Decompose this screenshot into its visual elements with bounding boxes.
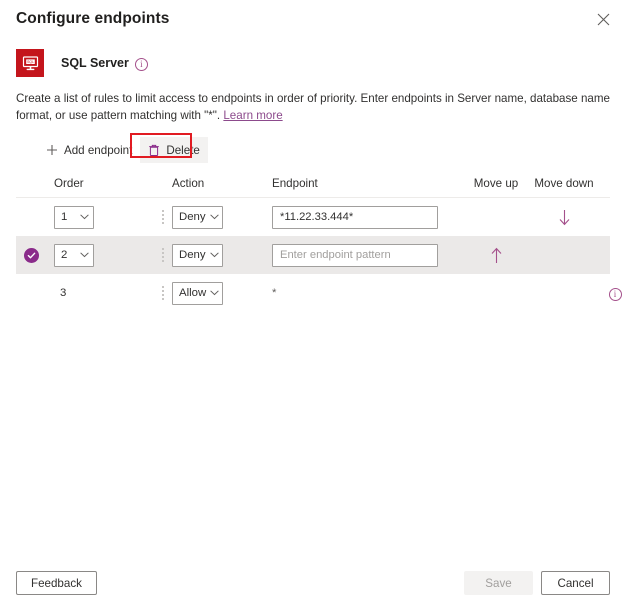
move-down-icon[interactable]	[558, 209, 571, 226]
drag-dots-icon[interactable]	[162, 248, 164, 262]
trash-icon	[148, 144, 160, 157]
order-value: 1	[61, 211, 68, 223]
order-value: 2	[61, 249, 68, 261]
table-row[interactable]: 3 Allow * i	[16, 274, 622, 312]
panel-header: Configure endpoints	[0, 0, 626, 38]
action-select[interactable]: Deny	[172, 243, 223, 267]
service-header: SQL SQL Server i	[16, 47, 610, 79]
row-select-cell[interactable]	[16, 247, 54, 263]
endpoint-input[interactable]	[272, 243, 438, 267]
table-row[interactable]: 1 Deny	[16, 198, 610, 236]
add-endpoint-button[interactable]: Add endpoint	[38, 137, 140, 163]
drag-dots-icon[interactable]	[162, 286, 164, 300]
row-action-cell[interactable]: Allow	[172, 281, 272, 305]
column-header-endpoint: Endpoint	[272, 177, 318, 190]
action-value: Deny	[179, 211, 206, 223]
drag-dots-icon[interactable]	[162, 210, 164, 224]
row-info-icon[interactable]: i	[608, 287, 622, 301]
row-order-cell[interactable]: 2	[54, 243, 154, 267]
chevron-down-icon	[209, 252, 219, 258]
service-name: SQL Server	[61, 56, 129, 70]
command-bar: Add endpoint Delete	[16, 133, 610, 163]
endpoint-input[interactable]	[272, 205, 438, 229]
column-header-order: Order	[54, 177, 84, 190]
endpoint-value: *	[272, 287, 277, 299]
row-info-cell[interactable]: i	[598, 287, 626, 301]
column-header-action: Action	[172, 177, 205, 190]
panel-body: SQL SQL Server i Create a list of rules …	[0, 38, 626, 557]
column-header-move-up: Move up	[473, 177, 519, 190]
action-value: Deny	[179, 249, 206, 261]
chevron-down-icon	[210, 290, 219, 296]
row-action-cell[interactable]: Deny	[172, 243, 272, 267]
row-move-down-cell[interactable]	[530, 209, 598, 226]
row-drag-handle[interactable]	[154, 248, 172, 262]
table-row[interactable]: 2 Deny	[16, 236, 610, 274]
close-icon[interactable]	[590, 6, 616, 32]
row-checkbox-checked-icon[interactable]	[24, 247, 39, 263]
delete-label: Delete	[166, 143, 200, 157]
order-value: 3	[60, 287, 67, 299]
cancel-button[interactable]: Cancel	[541, 571, 610, 595]
learn-more-link[interactable]: Learn more	[223, 109, 282, 122]
row-endpoint-cell[interactable]	[272, 205, 462, 229]
table-header-row: Order Action Endpoint Move up Move down	[16, 172, 610, 198]
column-header-move-down: Move down	[534, 177, 594, 190]
endpoint-rules-table: Order Action Endpoint Move up Move down …	[16, 172, 622, 312]
sql-server-icon: SQL	[16, 49, 44, 77]
action-select[interactable]: Allow	[172, 281, 223, 305]
plus-icon	[46, 144, 58, 156]
row-endpoint-cell[interactable]	[272, 243, 462, 267]
action-select[interactable]: Deny	[172, 205, 223, 229]
row-drag-handle[interactable]	[154, 286, 172, 300]
footer-actions: Save Cancel	[464, 571, 610, 595]
row-drag-handle[interactable]	[154, 210, 172, 224]
configure-endpoints-panel: Configure endpoints SQL SQL Server i Cre…	[0, 0, 626, 609]
order-select[interactable]: 2	[54, 243, 94, 267]
add-endpoint-label: Add endpoint	[64, 143, 133, 157]
panel-description: Create a list of rules to limit access t…	[16, 91, 610, 124]
description-text: Create a list of rules to limit access t…	[16, 92, 610, 122]
chevron-down-icon	[80, 252, 89, 258]
svg-text:SQL: SQL	[27, 60, 34, 64]
row-action-cell[interactable]: Deny	[172, 205, 272, 229]
row-endpoint-cell: *	[272, 287, 462, 299]
delete-button[interactable]: Delete	[140, 137, 208, 163]
row-order-cell[interactable]: 1	[54, 205, 154, 229]
row-move-up-cell[interactable]	[462, 247, 530, 264]
panel-footer: Feedback Save Cancel	[0, 557, 626, 609]
action-value: Allow	[179, 287, 207, 299]
feedback-button[interactable]: Feedback	[16, 571, 97, 595]
service-info-icon[interactable]: i	[134, 57, 148, 71]
save-button[interactable]: Save	[464, 571, 533, 595]
row-order-cell: 3	[54, 287, 154, 299]
move-up-icon[interactable]	[490, 247, 503, 264]
order-select[interactable]: 1	[54, 205, 94, 229]
chevron-down-icon	[209, 214, 219, 220]
chevron-down-icon	[80, 214, 89, 220]
page-title: Configure endpoints	[16, 10, 170, 27]
